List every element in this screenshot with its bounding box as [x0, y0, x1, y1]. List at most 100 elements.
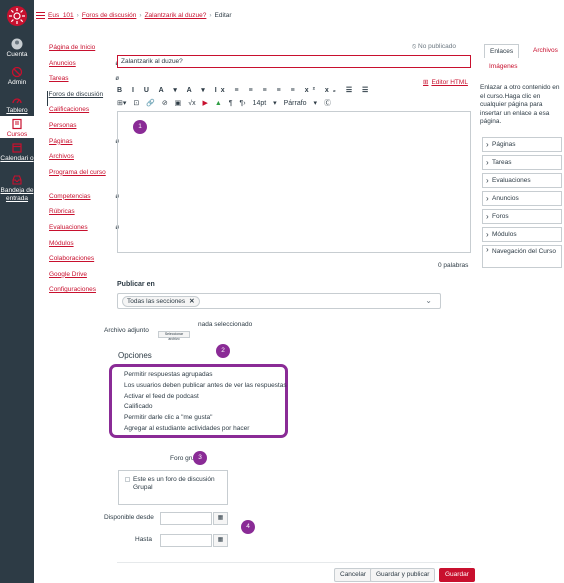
- breadcrumb-current: Editar: [214, 12, 232, 19]
- link-category-item[interactable]: Tareas: [482, 155, 562, 170]
- until-input[interactable]: [160, 534, 212, 547]
- chevron-down-icon: ▾: [273, 100, 277, 107]
- breadcrumb-separator: ›: [76, 12, 79, 19]
- calendar-picker-icon[interactable]: ▦: [213, 534, 228, 547]
- course-nav-label: Archivos: [49, 153, 74, 161]
- option-checkbox-item[interactable]: Permitir darle clic a "me gusta": [124, 414, 212, 421]
- until-label: Hasta: [135, 536, 152, 543]
- option-checkbox-item[interactable]: Los usuarios deben publicar antes de ver…: [124, 382, 287, 389]
- group-discussion-option: Este es un foro de discusión Grupal: [118, 470, 228, 505]
- format-select[interactable]: Párrafo: [284, 100, 307, 107]
- option-checkbox-item[interactable]: Agregar al estudiante actividades por ha…: [124, 425, 249, 432]
- course-nav-label: Colaboraciones: [49, 255, 95, 263]
- breadcrumb-course[interactable]: Eus_101: [48, 12, 74, 19]
- course-nav-label: Módulos: [49, 239, 74, 247]
- course-nav-item[interactable]: Anunciosø: [49, 59, 119, 76]
- topic-title-input[interactable]: [117, 55, 471, 68]
- global-nav-inbox[interactable]: Bandeja de entrada: [0, 174, 34, 203]
- drive-icon[interactable]: ▲: [215, 100, 222, 107]
- course-nav-item[interactable]: Competencias ø: [49, 193, 119, 209]
- link-category-item[interactable]: Páginas: [482, 137, 562, 152]
- remove-icon[interactable]: ✕: [189, 298, 194, 305]
- course-nav-item[interactable]: Foros de discusión: [46, 90, 112, 107]
- direction-icon[interactable]: ¶›: [240, 100, 246, 107]
- section-chip[interactable]: Todas las secciones ✕: [122, 296, 200, 307]
- breadcrumb-topic[interactable]: Zalantzarik al duzue?: [145, 12, 207, 19]
- course-nav-item[interactable]: Evaluaciones ø: [49, 224, 119, 240]
- image-icon[interactable]: ▣: [175, 100, 182, 107]
- link-category-item[interactable]: Anuncios: [482, 191, 562, 206]
- options-heading: Opciones: [118, 351, 152, 360]
- global-nav-calendar[interactable]: Calendari o: [0, 142, 34, 163]
- save-button[interactable]: Guardar: [439, 568, 475, 582]
- course-nav-label: Anuncios: [49, 59, 76, 67]
- html-editor-label: Editor HTML: [431, 79, 468, 86]
- course-nav-item[interactable]: Tareas ø: [49, 75, 119, 91]
- course-nav-item[interactable]: Rúbricas: [49, 208, 111, 224]
- youtube-icon[interactable]: ▶: [203, 100, 208, 107]
- course-nav-item[interactable]: Página de Inicio: [49, 44, 111, 60]
- course-nav-item[interactable]: Colaboraciones: [49, 255, 111, 271]
- link-icon[interactable]: 🔗: [146, 100, 155, 107]
- option-checkbox-item[interactable]: Activar el feed de podcast: [124, 393, 199, 400]
- global-nav-courses[interactable]: Cursos: [0, 116, 34, 138]
- option-checkbox-item[interactable]: Calificado: [124, 403, 153, 410]
- sections-select[interactable]: Todas las secciones ✕ ⌄: [117, 293, 441, 309]
- editor-toolbar-formatting[interactable]: B I U A ▾ A ▾ Ix ≡ ≡ ≡ ≡ ≡ x² x₂ ☰ ☰: [117, 86, 372, 94]
- course-nav-item[interactable]: Calificaciones: [49, 106, 111, 122]
- course-nav-item[interactable]: Personas: [49, 122, 111, 138]
- word-count: 0 palabras: [438, 262, 469, 269]
- save-and-publish-button[interactable]: Guardar y publicar: [370, 568, 436, 582]
- font-size-select[interactable]: 14pt: [253, 100, 267, 107]
- table-icon[interactable]: ⊞▾: [117, 100, 126, 107]
- math-icon[interactable]: √x: [188, 100, 195, 107]
- choose-file-button[interactable]: Seleccionar archivo: [158, 331, 190, 341]
- chevron-down-icon: ⌄: [425, 296, 432, 305]
- rich-content-editor[interactable]: [117, 111, 471, 253]
- admin-icon: [11, 66, 23, 78]
- course-nav-item[interactable]: Páginas ø: [49, 137, 119, 154]
- cancel-button[interactable]: Cancelar: [334, 568, 373, 582]
- global-nav-account[interactable]: Cuenta: [0, 38, 34, 59]
- annotation-badge: 2: [216, 344, 230, 358]
- group-discussion-checkbox[interactable]: [125, 477, 130, 482]
- course-nav-label: Página de Inicio: [49, 44, 96, 51]
- calendar-picker-icon[interactable]: ▦: [213, 512, 228, 525]
- breadcrumb-discussions[interactable]: Foros de discusión: [82, 12, 137, 19]
- course-nav-item[interactable]: Configuraciones: [49, 286, 111, 302]
- course-menu-toggle[interactable]: [36, 12, 45, 19]
- media-icon[interactable]: ⊡: [133, 100, 139, 107]
- link-category-item[interactable]: Navegación del Curso: [482, 245, 562, 268]
- link-category-item[interactable]: Evaluaciones: [482, 173, 562, 188]
- course-nav-item[interactable]: Programa del curso: [49, 169, 111, 193]
- accessibility-icon[interactable]: Ⓒ: [324, 100, 331, 107]
- course-nav-item[interactable]: Módulos: [49, 240, 111, 256]
- breadcrumb-separator: ›: [209, 12, 212, 19]
- breadcrumb: Eus_101 › Foros de discusión › Zalantzarik a…: [48, 12, 232, 24]
- footer-divider: [117, 562, 471, 563]
- tab-images[interactable]: Imágenes: [484, 60, 523, 73]
- link-category-item[interactable]: Módulos: [482, 227, 562, 242]
- dashboard-icon: [12, 98, 22, 104]
- global-nav-admin[interactable]: Admin: [0, 66, 34, 87]
- html-editor-link[interactable]: ⊞ Editor HTML: [423, 78, 468, 86]
- unlink-icon[interactable]: ⊘: [162, 100, 168, 107]
- global-nav-dashboard[interactable]: Tablero: [0, 94, 34, 115]
- avatar-icon: [11, 38, 23, 50]
- course-nav: Página de Inicio AnunciosøTareas ø Foros de…: [46, 44, 119, 302]
- html-editor-icon: ⊞: [423, 79, 429, 86]
- course-nav-label: Páginas: [49, 137, 73, 145]
- course-nav-label: Calificaciones: [49, 106, 90, 114]
- institution-logo[interactable]: [7, 6, 27, 26]
- course-nav-item[interactable]: Google Drive: [49, 271, 111, 287]
- paragraph-icon[interactable]: ¶: [229, 100, 233, 107]
- tab-links[interactable]: Enlaces: [484, 44, 520, 58]
- option-checkbox-item[interactable]: Permitir respuestas agrupadas: [124, 371, 213, 378]
- course-nav-item[interactable]: Archivos: [49, 153, 111, 169]
- available-from-input[interactable]: [160, 512, 212, 525]
- publish-in-label: Publicar en: [117, 281, 155, 288]
- calendar-icon: [12, 143, 22, 153]
- link-category-item[interactable]: Foros: [482, 209, 562, 224]
- tab-files[interactable]: Archivos: [528, 44, 563, 57]
- editor-toolbar-insert[interactable]: ⊞▾ ⊡ 🔗 ⊘ ▣ √x ▶ ▲ ¶ ¶› 14pt ▾ Párrafo ▾ …: [117, 98, 336, 108]
